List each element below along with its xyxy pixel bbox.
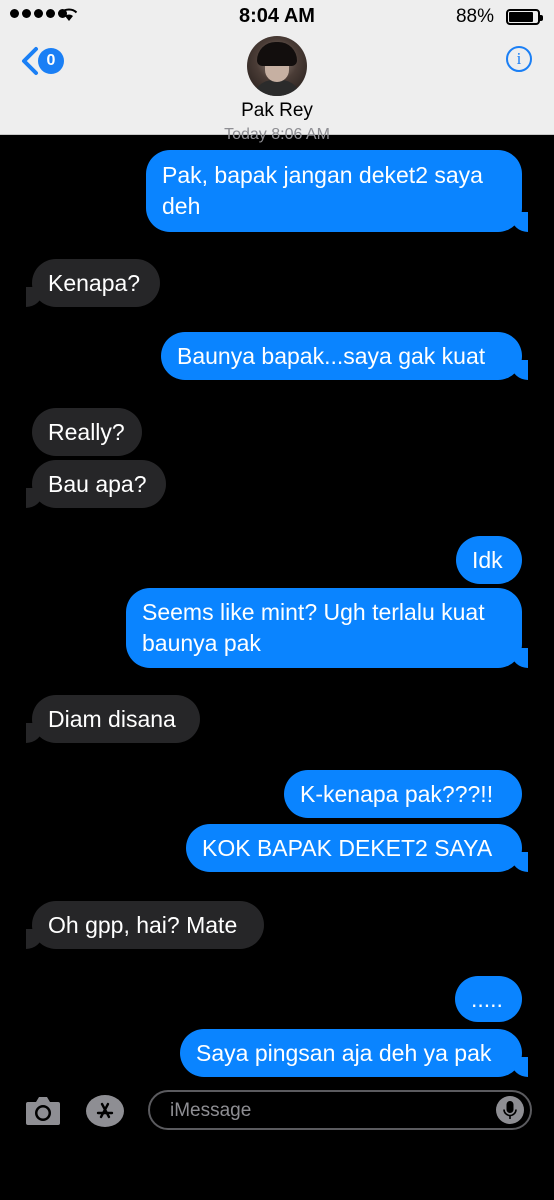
message-received[interactable]: Oh gpp, hai? Mate [26,901,264,949]
message-sent[interactable]: Idk [456,536,522,584]
unread-badge: 0 [38,48,64,74]
message-received[interactable]: Really? [32,408,142,456]
back-button[interactable]: 0 [18,46,64,76]
message-sent[interactable]: Baunya bapak...saya gak kuat [161,332,528,380]
message-received[interactable]: Bau apa? [26,460,166,508]
message-sent[interactable]: ..... [455,976,522,1022]
info-icon[interactable]: i [506,46,532,72]
message-sent[interactable]: K-kenapa pak???!! [284,770,522,818]
message-received[interactable]: Diam disana [26,695,200,743]
message-composer [0,1080,554,1140]
status-bar: 8:04 AM 88% [0,0,554,34]
battery-icon [506,9,543,25]
message-sent[interactable]: KOK BAPAK DEKET2 SAYA [186,824,528,872]
message-sent[interactable]: Seems like mint? Ugh terlalu kuat baunya… [126,588,528,668]
battery-percentage: 88% [455,6,494,27]
message-received[interactable]: Kenapa? [26,259,160,307]
contact-name[interactable]: Pak Rey [0,100,554,122]
contact-avatar[interactable] [247,36,307,96]
message-sent[interactable]: Pak, bapak jangan deket2 saya deh [146,150,528,232]
microphone-icon[interactable] [496,1096,524,1124]
conversation-header: 0 Pak Rey i [0,34,554,135]
message-input[interactable] [168,1096,492,1126]
message-sent[interactable]: Saya pingsan aja deh ya pak [180,1029,528,1077]
thread-timestamp: Today 8:06 AM [224,126,330,143]
app-store-icon[interactable] [86,1095,124,1127]
message-input-field[interactable] [148,1090,532,1130]
camera-icon[interactable] [24,1092,62,1128]
